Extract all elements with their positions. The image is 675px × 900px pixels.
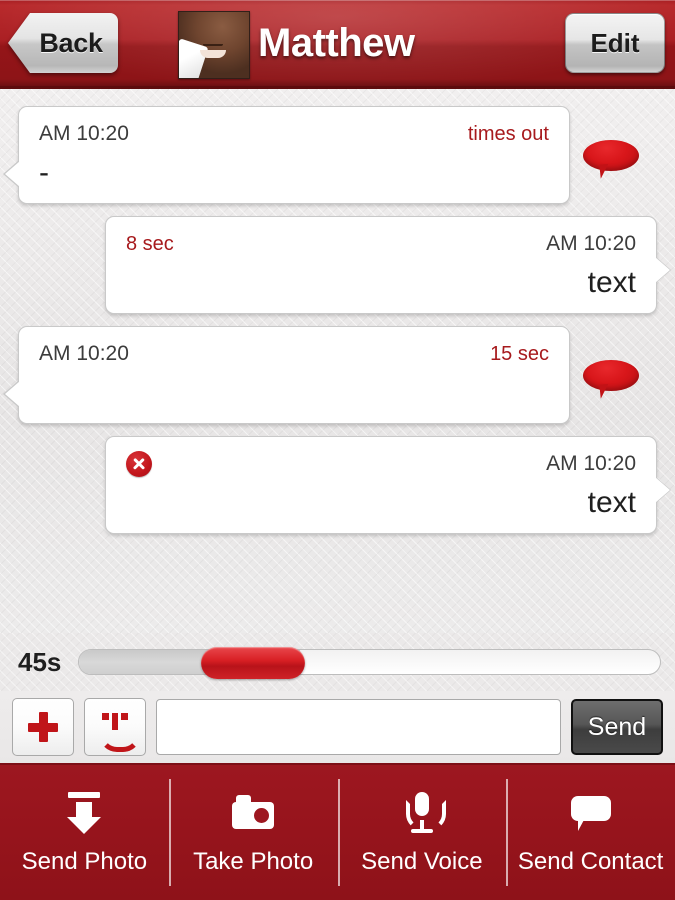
microphone-icon (399, 790, 446, 836)
page-title: Matthew (258, 20, 415, 65)
message-row[interactable]: AM 10:20 15 sec (0, 326, 675, 424)
edit-button-label: Edit (590, 27, 640, 58)
message-row[interactable]: AM 10:20 text (0, 436, 675, 534)
toolbar-item-send-photo[interactable]: Send Photo (0, 765, 169, 900)
message-row[interactable]: AM 10:20 times out - (0, 106, 675, 204)
message-status: 8 sec (126, 232, 174, 255)
toolbar-item-send-voice[interactable]: Send Voice (337, 765, 507, 900)
message-time: AM 10:20 (39, 342, 129, 365)
message-time: AM 10:20 (39, 122, 129, 145)
message-meta: AM 10:20 15 sec (39, 341, 549, 367)
message-row[interactable]: 8 sec AM 10:20 text (0, 216, 675, 314)
edit-button[interactable]: Edit (565, 13, 665, 73)
back-button-label: Back (39, 27, 103, 58)
message-body: text (587, 486, 636, 519)
message-meta: AM 10:20 times out (39, 121, 549, 147)
toolbar-item-label: Send Voice (361, 847, 483, 875)
download-arrow-icon (61, 790, 107, 836)
slider-thumb[interactable] (201, 647, 305, 679)
message-meta: AM 10:20 (126, 451, 636, 477)
toolbar-item-label: Take Photo (193, 847, 314, 875)
back-button-shape: Back (8, 13, 118, 73)
message-meta: 8 sec AM 10:20 (126, 231, 636, 257)
message-input[interactable] (156, 699, 561, 755)
message-bubble[interactable]: AM 10:20 text (105, 436, 657, 534)
message-time: AM 10:20 (546, 232, 636, 255)
toolbar-item-label: Send Photo (21, 847, 148, 875)
message-body (39, 375, 549, 411)
message-composer: Send (0, 691, 675, 763)
conversation-list[interactable]: AM 10:20 times out -8 sec AM 10:20 text AM 10… (0, 89, 675, 633)
send-button-label: Send (587, 712, 647, 741)
message-body: text (587, 266, 636, 299)
chat-bubble-icon (568, 790, 614, 836)
avatar[interactable] (178, 11, 250, 79)
speech-bubble-icon[interactable] (583, 140, 639, 179)
send-button[interactable]: Send (571, 699, 663, 755)
error-icon[interactable] (126, 451, 152, 477)
action-toolbar: Send Photo Take Photo Send Voice Send Conta… (0, 763, 675, 900)
duration-label: 45s (18, 646, 62, 677)
speech-bubble-icon[interactable] (583, 360, 639, 399)
emoji-button[interactable] (84, 698, 146, 756)
attach-button[interactable] (12, 698, 74, 756)
message-status: times out (467, 122, 549, 145)
duration-slider[interactable] (78, 647, 661, 679)
message-bubble[interactable]: AM 10:20 times out - (18, 106, 570, 204)
message-bubble[interactable]: AM 10:20 15 sec (18, 326, 570, 424)
toolbar-item-label: Send Contact (517, 847, 664, 875)
avatar-photo (179, 12, 249, 78)
duration-slider-row: 45s (0, 633, 675, 691)
plus-icon (28, 712, 58, 742)
camera-icon (230, 790, 276, 836)
toolbar-item-take-photo[interactable]: Take Photo (168, 765, 338, 900)
message-bubble[interactable]: 8 sec AM 10:20 text (105, 216, 657, 314)
message-status: 15 sec (490, 342, 549, 365)
toolbar-item-send-contact[interactable]: Send Contact (506, 765, 675, 900)
message-body: - (39, 156, 49, 189)
app-header: Back Matthew Edit (0, 0, 675, 89)
message-time: AM 10:20 (546, 452, 636, 475)
messaging-app: Back Matthew Edit AM 10:20 times out - 8 se… (0, 0, 675, 900)
back-button[interactable]: Back (8, 13, 118, 73)
smiley-icon (98, 711, 141, 752)
